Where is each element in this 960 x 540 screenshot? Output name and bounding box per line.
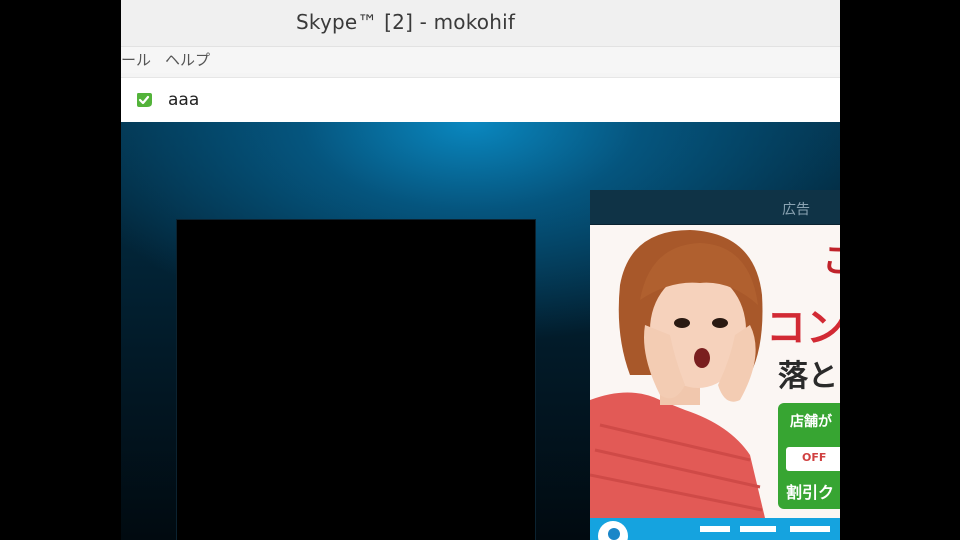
ad-headline-3: 落と	[778, 359, 838, 394]
ad-coupon-badge: 店舗が OFF 割引ク	[778, 403, 840, 509]
contact-name[interactable]: aaa	[168, 90, 199, 110]
ad-footer-mark-3	[790, 526, 830, 532]
menu-item-help[interactable]: ヘルプ	[165, 49, 210, 70]
online-status-icon	[135, 91, 153, 109]
ad-header: 広告	[590, 190, 840, 225]
ad-logo-dot	[608, 528, 620, 540]
badge-off-text: OFF	[802, 451, 827, 464]
ad-headline-1: こ	[822, 241, 840, 281]
badge-top-text: 店舗が	[790, 414, 832, 430]
video-window	[177, 220, 535, 540]
call-area: 広告 こ コン 落と 店舗が OFF 割引ク	[121, 122, 840, 540]
ad-footer-bar	[590, 518, 840, 540]
contact-header: aaa	[121, 77, 840, 122]
badge-bottom-text: 割引ク	[786, 483, 835, 502]
window-title: Skype™ [2] - mokohif	[296, 10, 516, 34]
ad-headline-2: コン	[766, 304, 840, 351]
ad-label: 広告	[782, 202, 810, 218]
menu-bar: ール ヘルプ	[121, 46, 840, 73]
ad-banner-image[interactable]: こ コン 落と 店舗が OFF 割引ク	[590, 225, 840, 518]
menu-item-tools[interactable]: ール	[121, 49, 151, 70]
screen: Skype™ [2] - mokohif ール ヘルプ aaa 広告 こ コン …	[121, 0, 840, 540]
ad-panel[interactable]: 広告 こ コン 落と 店舗が OFF 割引ク	[590, 190, 840, 540]
ad-footer-mark-1	[700, 526, 730, 532]
title-bar: Skype™ [2] - mokohif	[121, 0, 840, 46]
badge-off-tag: OFF	[786, 447, 840, 471]
ad-footer-mark-2	[740, 526, 776, 532]
